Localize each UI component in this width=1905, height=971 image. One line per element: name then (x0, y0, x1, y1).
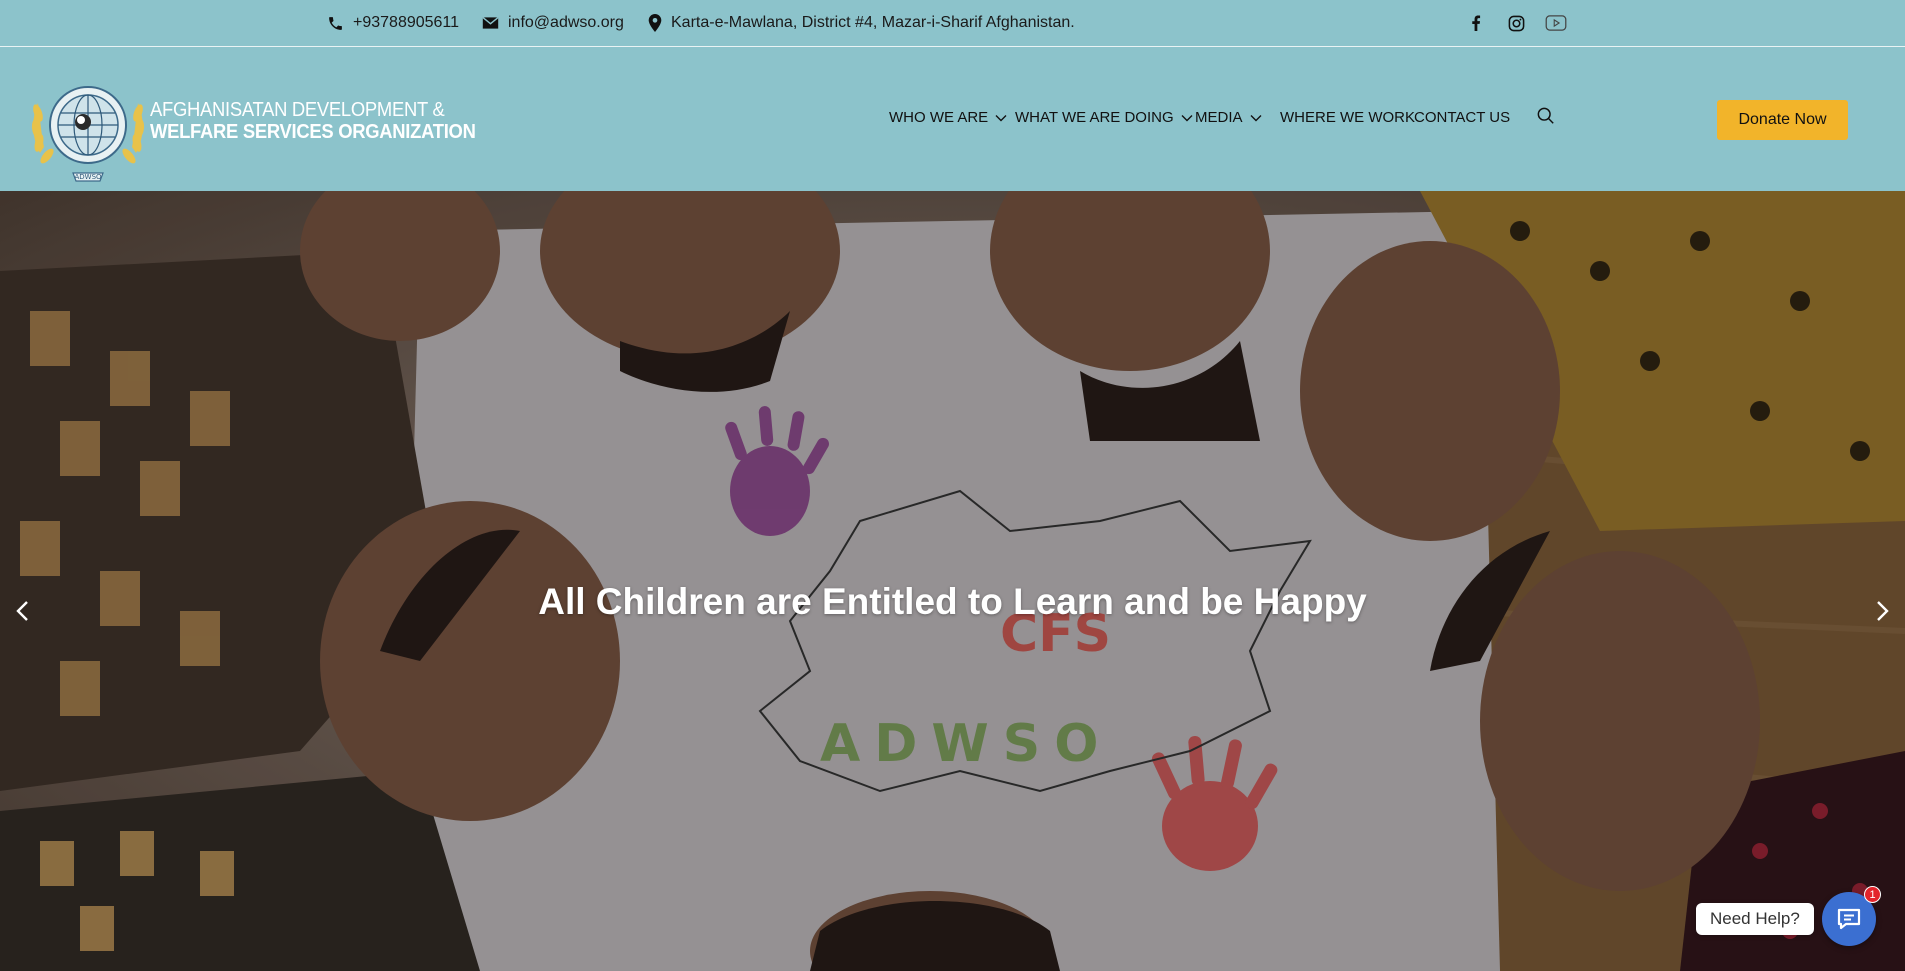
need-help-label[interactable]: Need Help? (1696, 903, 1814, 935)
chevron-down-icon (995, 114, 1007, 121)
donate-button[interactable]: Donate Now (1717, 100, 1848, 140)
address-contact: Karta-e-Mawlana, District #4, Mazar-i-Sh… (648, 0, 1075, 46)
nav-media[interactable]: MEDIA (1195, 109, 1262, 126)
nav-where-we-work[interactable]: WHERE WE WORK (1280, 109, 1415, 126)
nav-item-label: WHERE WE WORK (1280, 109, 1415, 126)
email-text: info@adwso.org (508, 14, 624, 31)
phone-icon (329, 16, 342, 30)
social-links (1464, 0, 1568, 46)
phone-contact[interactable]: +93788905611 (327, 0, 459, 46)
chevron-right-icon (1877, 601, 1889, 621)
chevron-down-icon (1181, 114, 1193, 121)
phone-text: +93788905611 (353, 14, 460, 31)
nav-item-label: MEDIA (1195, 109, 1243, 126)
logo-text: ADWSO (74, 173, 102, 181)
site-header: ADWSO AFGHANISATAN DEVELOPMENT & WELFARE… (0, 47, 1905, 191)
top-contact-bar: +93788905611 info@adwso.org Karta-e-Mawl… (0, 0, 1905, 47)
slider-next-arrow[interactable] (1867, 596, 1897, 626)
nav-who-we-are[interactable]: WHO WE ARE (889, 109, 1007, 126)
organization-logo[interactable]: ADWSO (28, 73, 148, 185)
youtube-icon[interactable] (1544, 11, 1568, 35)
hero-slider: CFS ADWSO All Children are Entitled to L… (0, 191, 1905, 971)
nav-item-label: WHAT WE ARE DOING (1015, 109, 1174, 126)
nav-item-label: WHO WE ARE (889, 109, 989, 126)
nav-contact-us[interactable]: CONTACT US (1414, 109, 1510, 126)
envelope-icon (482, 16, 499, 29)
facebook-icon[interactable] (1464, 11, 1488, 35)
search-icon[interactable] (1537, 107, 1557, 127)
email-contact[interactable]: info@adwso.org (482, 0, 624, 46)
chevron-left-icon (16, 601, 28, 621)
nav-item-label: CONTACT US (1414, 109, 1511, 126)
instagram-icon[interactable] (1504, 11, 1528, 35)
hero-title: All Children are Entitled to Learn and b… (538, 581, 1367, 622)
chat-icon (1837, 908, 1861, 930)
address-text: Karta-e-Mawlana, District #4, Mazar-i-Sh… (671, 14, 1075, 31)
chevron-down-icon (1250, 114, 1262, 121)
slider-prev-arrow[interactable] (8, 596, 38, 626)
notification-badge: 1 (1864, 886, 1881, 903)
brand-name-line-2[interactable]: WELFARE SERVICES ORGANIZATION (150, 121, 476, 144)
brand-name-line-1[interactable]: AFGHANISATAN DEVELOPMENT & (150, 99, 445, 122)
nav-what-we-are-doing[interactable]: WHAT WE ARE DOING (1015, 109, 1193, 126)
location-pin-icon (648, 14, 662, 32)
